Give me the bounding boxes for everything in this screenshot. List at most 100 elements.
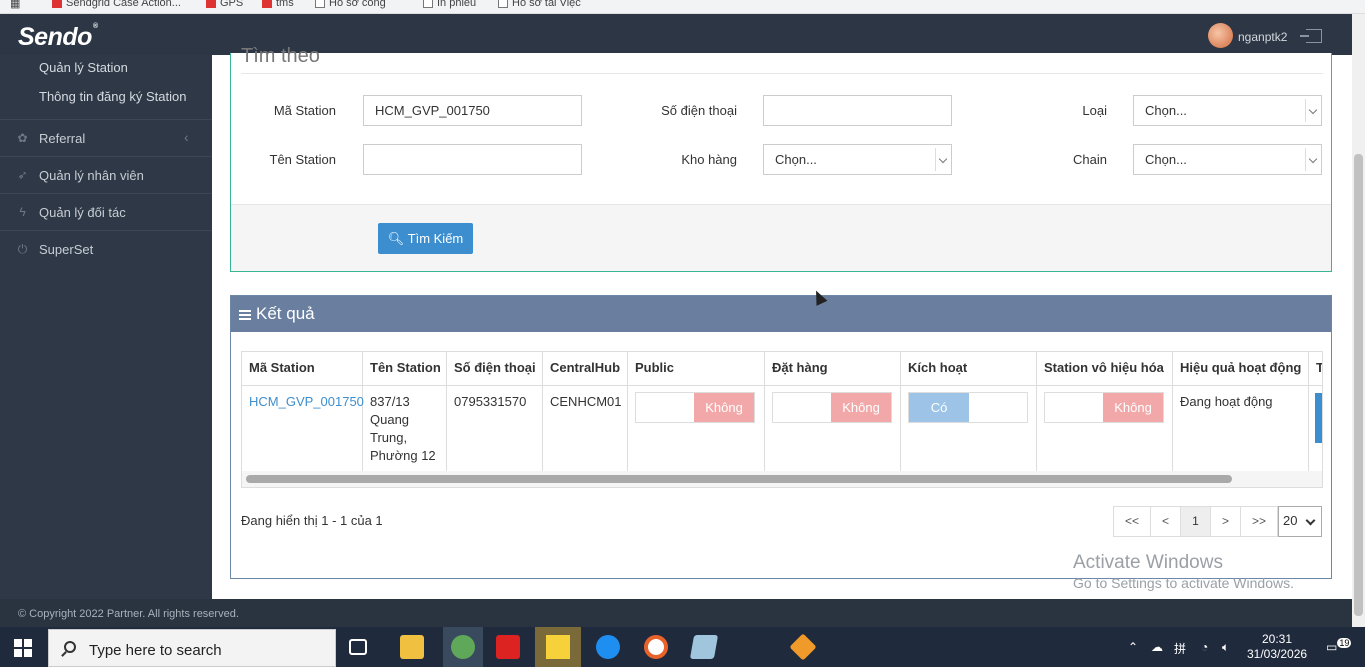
table-cell: Đang hoạt động	[1173, 386, 1309, 471]
bookmarks-bar: ▦ Sendgrid Case Action... GPS tms Hồ sơ …	[0, 0, 1365, 14]
sticky-notes-active-bg[interactable]	[535, 627, 581, 667]
logout-icon[interactable]	[1300, 29, 1322, 43]
chrome-icon	[451, 635, 475, 659]
page-1-button[interactable]: 1	[1180, 506, 1211, 537]
table-cell[interactable]: HCM_GVP_001750	[242, 386, 364, 471]
table-cell: 0795331570	[447, 386, 543, 471]
page-footer: © Copyright 2022 Partner. All rights res…	[0, 599, 1352, 627]
cloud-icon[interactable]: ☁	[1151, 640, 1163, 654]
taskbar-search[interactable]: Type here to search	[48, 629, 336, 667]
phone-label: Số điện thoại	[661, 103, 737, 118]
zalo-icon[interactable]	[596, 635, 620, 659]
avatar[interactable]	[1208, 23, 1233, 48]
volume-icon[interactable]: 🔈︎	[1222, 640, 1229, 655]
results-table: Mã Station Tên Station Số điện thoại Cen…	[241, 351, 1323, 488]
notepad-icon[interactable]	[689, 635, 719, 659]
bookmark-item[interactable]: Sendgrid Case Action...	[52, 0, 181, 9]
chevron-down-icon	[1305, 99, 1321, 122]
search-icon: 🔍︎	[387, 231, 405, 246]
column-header[interactable]: Hiệu quả hoạt động	[1173, 352, 1309, 386]
windows-start-icon[interactable]	[14, 639, 32, 657]
ime-indicator[interactable]: 拼	[1174, 640, 1186, 657]
activate-windows-watermark: Activate Windows Go to Settings to activ…	[1073, 552, 1294, 591]
sidebar-item-quan-ly-nhan-vien[interactable]: ➶ Quản lý nhân viên	[0, 156, 212, 193]
table-cell: Không	[765, 386, 901, 471]
column-header[interactable]: Mã Station	[242, 352, 363, 386]
gift-icon: ✿	[17, 131, 28, 145]
prev-page-button[interactable]: <	[1150, 506, 1181, 537]
apps-icon[interactable]: ▦	[10, 0, 20, 10]
chevron-left-icon: ‹	[184, 129, 189, 145]
kho-hang-select[interactable]: Chọn...	[763, 144, 952, 175]
result-panel: Kết quả Mã Station Tên Station Số điện t…	[230, 295, 1332, 579]
sendo-logo[interactable]: Sendo®	[18, 23, 98, 52]
loai-select[interactable]: Chọn...	[1133, 95, 1322, 126]
bookmark-item[interactable]: Hỗ sơ tài Việc	[498, 0, 581, 9]
notification-icon[interactable]: ▭ 19	[1326, 638, 1352, 654]
showing-count: Đang hiển thị 1 - 1 của 1	[241, 513, 383, 528]
chain-label: Chain	[1073, 152, 1107, 167]
chain-select[interactable]: Chọn...	[1133, 144, 1322, 175]
list-icon	[239, 309, 251, 320]
sidebar-item-quan-ly-doi-tac[interactable]: ϟ Quản lý đối tác	[0, 193, 212, 230]
wps-icon[interactable]	[496, 635, 520, 659]
last-page-button[interactable]: >>	[1240, 506, 1278, 537]
dat-hang-toggle[interactable]: Không	[772, 392, 892, 423]
column-header[interactable]: CentralHub	[543, 352, 628, 386]
app-icon[interactable]	[644, 635, 668, 659]
vo-hieu-hoa-toggle[interactable]: Không	[1044, 392, 1164, 423]
column-header[interactable]: T	[1309, 352, 1322, 386]
page-size-select[interactable]: 20	[1278, 506, 1322, 537]
username[interactable]: nganptk2	[1238, 30, 1287, 44]
chrome-active-bg[interactable]	[443, 627, 483, 667]
wifi-icon[interactable]: ◔	[1201, 640, 1208, 654]
bookmark-item[interactable]: Hồ sơ công	[315, 0, 386, 9]
vertical-scrollbar[interactable]	[1352, 14, 1365, 627]
task-view-icon[interactable]	[349, 639, 367, 655]
station-link[interactable]: HCM_GVP_001750	[249, 394, 364, 409]
taskbar-clock[interactable]: 20:31 31/03/2026	[1247, 632, 1307, 662]
first-page-button[interactable]: <<	[1113, 506, 1151, 537]
loai-label: Loại	[1082, 103, 1107, 118]
column-header[interactable]: Số điện thoại	[447, 352, 543, 386]
sidebar-item-quan-ly-station[interactable]: Quản lý Station	[39, 60, 128, 75]
rocket-icon: ➶	[17, 168, 28, 182]
bookmark-item[interactable]: GPS	[206, 0, 243, 9]
next-page-button[interactable]: >	[1210, 506, 1241, 537]
search-button[interactable]: 🔍︎ Tìm Kiếm	[378, 223, 473, 254]
ten-station-label: Tên Station	[269, 152, 337, 167]
main-content: Tìm theo Mã Station HCM_GVP_001750 Số đi…	[212, 45, 1352, 599]
sidebar: Quản lý Station Thông tin đăng ký Statio…	[0, 55, 212, 599]
horizontal-scrollbar[interactable]	[242, 471, 1322, 487]
file-explorer-icon[interactable]	[400, 635, 424, 659]
ten-station-input[interactable]	[363, 144, 582, 175]
sidebar-item-referral[interactable]: ✿ Referral ‹	[0, 119, 212, 156]
sticky-notes-icon	[546, 635, 570, 659]
public-toggle[interactable]: Không	[635, 392, 755, 423]
action-button-edge[interactable]	[1315, 393, 1322, 443]
chevron-down-icon	[1305, 148, 1321, 171]
table-cell: CENHCM01	[543, 386, 628, 471]
bookmark-item[interactable]: In phiếu	[423, 0, 476, 9]
search-panel-title: Tìm theo	[241, 45, 320, 67]
kich-hoat-toggle[interactable]: Có	[908, 392, 1028, 423]
column-header[interactable]: Đặt hàng	[765, 352, 901, 386]
phone-input[interactable]	[763, 95, 952, 126]
column-header[interactable]: Station vô hiệu hóa	[1037, 352, 1173, 386]
result-panel-header: Kết quả	[231, 296, 1331, 332]
sidebar-item-superset[interactable]: ⏻ SuperSet	[0, 230, 212, 267]
column-header[interactable]: Tên Station	[363, 352, 447, 386]
sidebar-item-thong-tin-dang-ky[interactable]: Thông tin đăng ký Station	[39, 89, 186, 104]
bookmark-item[interactable]: tms	[262, 0, 294, 9]
chevron-up-icon[interactable]: ⌃	[1128, 640, 1138, 654]
ma-station-input[interactable]: HCM_GVP_001750	[363, 95, 582, 126]
scrollbar-thumb[interactable]	[1354, 154, 1363, 616]
search-icon	[64, 641, 76, 653]
app-icon[interactable]	[789, 633, 817, 661]
bolt-icon: ϟ	[19, 205, 26, 219]
table-cell: Không	[628, 386, 765, 471]
scrollbar-thumb[interactable]	[246, 475, 1232, 483]
column-header[interactable]: Public	[628, 352, 765, 386]
ma-station-label: Mã Station	[273, 103, 336, 118]
column-header[interactable]: Kích hoạt	[901, 352, 1037, 386]
